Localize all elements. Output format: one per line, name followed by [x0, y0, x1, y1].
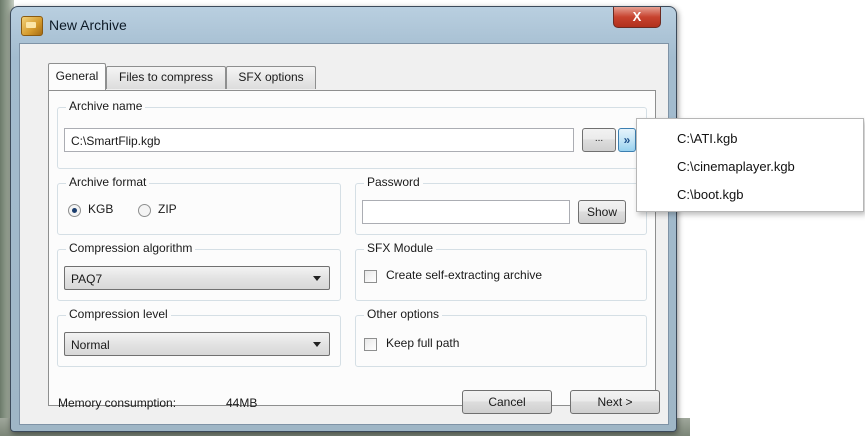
kgb-radio-label[interactable]: KGB [88, 202, 113, 216]
keep-full-path-checkbox[interactable] [364, 338, 377, 351]
compression-algorithm-group: Compression algorithm PAQ7 [57, 241, 341, 301]
memory-consumption-label: Memory consumption: [58, 396, 177, 410]
dialog-client-area: General Files to compress SFX options Ar… [19, 43, 669, 425]
zip-radio[interactable] [138, 204, 151, 217]
title-bar[interactable]: New Archive X [11, 7, 676, 43]
history-item-ati[interactable]: C:\ATI.kgb [677, 131, 737, 146]
chevron-down-icon [313, 276, 321, 281]
kgb-radio[interactable] [68, 204, 81, 217]
archive-name-group: Archive name C:\SmartFlip.kgb ... » [57, 99, 647, 169]
sfx-module-group: SFX Module Create self-extracting archiv… [355, 241, 647, 301]
zip-radio-label[interactable]: ZIP [158, 202, 177, 216]
other-options-group: Other options Keep full path [355, 307, 647, 367]
chevron-down-icon [313, 342, 321, 347]
password-group: Password Show [355, 175, 647, 235]
tab-general[interactable]: General [48, 63, 106, 90]
archive-history-button[interactable]: » [618, 128, 636, 152]
show-password-button[interactable]: Show [578, 200, 626, 224]
compression-algorithm-value: PAQ7 [71, 272, 103, 286]
history-item-cinemaplayer[interactable]: C:\cinemaplayer.kgb [677, 159, 795, 174]
next-button[interactable]: Next > [570, 390, 660, 414]
tab-files-to-compress[interactable]: Files to compress [106, 66, 226, 89]
archive-app-icon [21, 16, 43, 36]
archive-format-group: Archive format KGB ZIP [57, 175, 341, 235]
archive-format-label: Archive format [66, 175, 150, 189]
compression-algorithm-select[interactable]: PAQ7 [64, 266, 330, 290]
close-button[interactable]: X [613, 7, 661, 28]
self-extracting-checkbox[interactable] [364, 270, 377, 283]
cancel-button[interactable]: Cancel [462, 390, 552, 414]
window-title: New Archive [49, 17, 127, 33]
compression-algorithm-label: Compression algorithm [66, 241, 196, 255]
memory-consumption-value: 44MB [226, 396, 258, 410]
history-item-boot[interactable]: C:\boot.kgb [677, 187, 744, 202]
archive-name-label: Archive name [66, 99, 146, 113]
browse-button[interactable]: ... [582, 128, 616, 152]
archive-name-input[interactable]: C:\SmartFlip.kgb [64, 128, 574, 152]
sfx-module-label: SFX Module [364, 241, 437, 255]
compression-level-value: Normal [71, 338, 110, 352]
password-input[interactable] [362, 200, 570, 224]
general-tab-panel: Archive name C:\SmartFlip.kgb ... » Arch… [48, 90, 656, 406]
password-label: Password [364, 175, 423, 189]
compression-level-label: Compression level [66, 307, 171, 321]
keep-full-path-checkbox-label[interactable]: Keep full path [386, 336, 459, 350]
compression-level-select[interactable]: Normal [64, 332, 330, 356]
compression-level-group: Compression level Normal [57, 307, 341, 367]
self-extracting-checkbox-label[interactable]: Create self-extracting archive [386, 268, 542, 282]
new-archive-window: New Archive X General Files to compress … [10, 6, 677, 432]
archive-history-dropdown: C:\ATI.kgb C:\cinemaplayer.kgb C:\boot.k… [636, 118, 864, 212]
other-options-label: Other options [364, 307, 443, 321]
tab-sfx-options[interactable]: SFX options [226, 66, 316, 89]
